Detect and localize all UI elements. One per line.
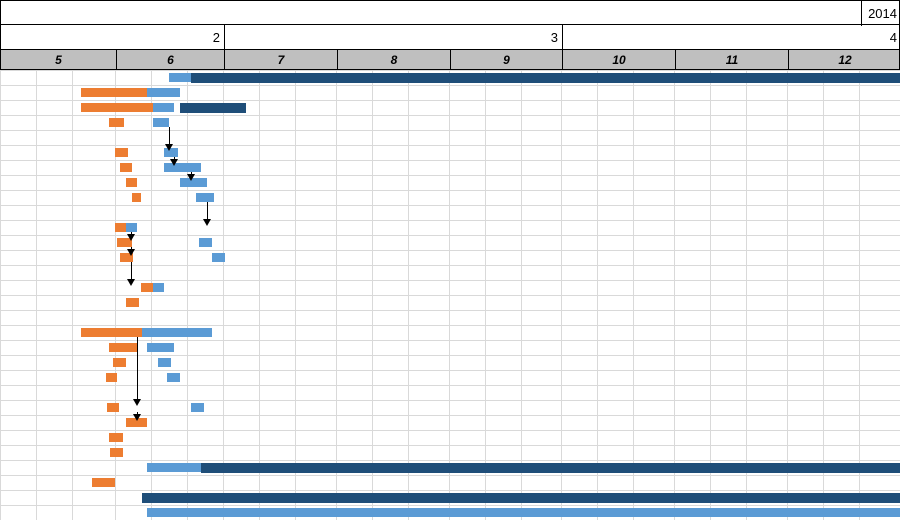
gantt-bar-summary[interactable] xyxy=(191,73,900,83)
quarter-cell: 3 xyxy=(224,25,562,50)
gantt-bar-baseline[interactable] xyxy=(110,448,122,457)
arrow-head-icon xyxy=(187,174,195,181)
grid-row-line xyxy=(0,160,900,161)
gantt-bar-plan[interactable] xyxy=(126,223,137,232)
arrow-head-icon xyxy=(133,399,141,406)
arrow-head-icon xyxy=(127,234,135,241)
arrow-head-icon xyxy=(127,279,135,286)
month-cell: 7 xyxy=(224,50,337,70)
grid-row-line xyxy=(0,355,900,356)
gantt-bar-plan[interactable] xyxy=(147,343,174,352)
gantt-bar-plan[interactable] xyxy=(153,118,169,127)
gantt-bar-plan[interactable] xyxy=(167,373,180,382)
arrow-head-icon xyxy=(127,249,135,256)
grid-row-line xyxy=(0,445,900,446)
gantt-bar-plan[interactable] xyxy=(147,88,179,97)
month-cell: 8 xyxy=(337,50,450,70)
grid-row-line xyxy=(0,505,900,506)
dependency-arrow xyxy=(137,337,138,403)
header-year-row: 2014 xyxy=(0,0,900,25)
grid-row-line xyxy=(0,70,900,71)
gantt-bar-baseline[interactable] xyxy=(92,478,115,487)
gantt-bar-baseline[interactable] xyxy=(126,298,139,307)
grid-row-line xyxy=(0,100,900,101)
gantt-bar-baseline[interactable] xyxy=(141,283,153,292)
grid-row-line xyxy=(0,325,900,326)
grid-row-line xyxy=(0,295,900,296)
gantt-bar-plan[interactable] xyxy=(142,328,212,337)
grid-row-line xyxy=(0,205,900,206)
gantt-bar-plan[interactable] xyxy=(164,163,202,172)
gantt-bar-baseline[interactable] xyxy=(106,373,117,382)
gantt-bar-plan[interactable] xyxy=(153,283,164,292)
gantt-bar-plan[interactable] xyxy=(158,358,171,367)
grid-row-line xyxy=(0,370,900,371)
grid-row-line xyxy=(0,85,900,86)
gantt-bar-baseline[interactable] xyxy=(115,148,128,157)
gantt-bar-baseline[interactable] xyxy=(126,178,137,187)
gantt-bar-baseline[interactable] xyxy=(132,193,141,202)
grid-row-line xyxy=(0,145,900,146)
arrow-head-icon xyxy=(165,144,173,151)
quarter-cell: 2 xyxy=(1,25,224,50)
grid-row-line xyxy=(0,130,900,131)
gantt-bar-baseline[interactable] xyxy=(81,328,143,337)
gantt-grid xyxy=(0,70,900,520)
header-quarter-row: 234 xyxy=(0,25,900,50)
month-cell: 5 xyxy=(1,50,116,70)
grid-row-line xyxy=(0,310,900,311)
year-cell: 2014 xyxy=(861,1,900,26)
grid-row-line xyxy=(0,115,900,116)
grid-row-line xyxy=(0,475,900,476)
gantt-bar-plan[interactable] xyxy=(196,193,214,202)
gantt-bar-plan[interactable] xyxy=(147,508,900,517)
gantt-bar-summary[interactable] xyxy=(142,493,900,503)
month-cell: 11 xyxy=(675,50,788,70)
gantt-bar-baseline[interactable] xyxy=(120,163,132,172)
month-cell: 6 xyxy=(116,50,224,70)
arrow-head-icon xyxy=(203,219,211,226)
gantt-bar-plan[interactable] xyxy=(153,103,175,112)
month-cell: 12 xyxy=(788,50,900,70)
month-cell: 9 xyxy=(450,50,562,70)
gantt-bar-baseline[interactable] xyxy=(109,433,122,442)
grid-row-line xyxy=(0,340,900,341)
arrow-head-icon xyxy=(170,159,178,166)
gantt-bar-baseline[interactable] xyxy=(107,403,119,412)
gantt-bar-plan[interactable] xyxy=(199,238,212,247)
gantt-bar-plan[interactable] xyxy=(169,73,191,82)
grid-row-line xyxy=(0,430,900,431)
grid-row-line xyxy=(0,220,900,221)
gantt-bar-baseline[interactable] xyxy=(81,88,148,97)
arrow-head-icon xyxy=(133,414,141,421)
grid-row-line xyxy=(0,175,900,176)
gantt-bar-plan[interactable] xyxy=(212,253,225,262)
gantt-bar-baseline[interactable] xyxy=(113,358,126,367)
year-cell xyxy=(1,1,861,26)
gantt-bar-baseline[interactable] xyxy=(115,223,126,232)
gantt-bar-baseline[interactable] xyxy=(109,343,136,352)
gantt-bar-summary[interactable] xyxy=(180,103,246,113)
grid-row-line xyxy=(0,460,900,461)
grid-row-line xyxy=(0,190,900,191)
grid-row-line xyxy=(0,385,900,386)
gantt-bar-baseline[interactable] xyxy=(81,103,153,112)
gantt-bar-summary[interactable] xyxy=(201,463,900,473)
grid-row-line xyxy=(0,265,900,266)
quarter-cell: 4 xyxy=(562,25,900,50)
header-month-row: 56789101112 xyxy=(0,50,900,70)
month-cell: 10 xyxy=(562,50,675,70)
grid-row-line xyxy=(0,490,900,491)
gantt-bar-baseline[interactable] xyxy=(109,118,123,127)
gantt-bar-plan[interactable] xyxy=(191,403,204,412)
